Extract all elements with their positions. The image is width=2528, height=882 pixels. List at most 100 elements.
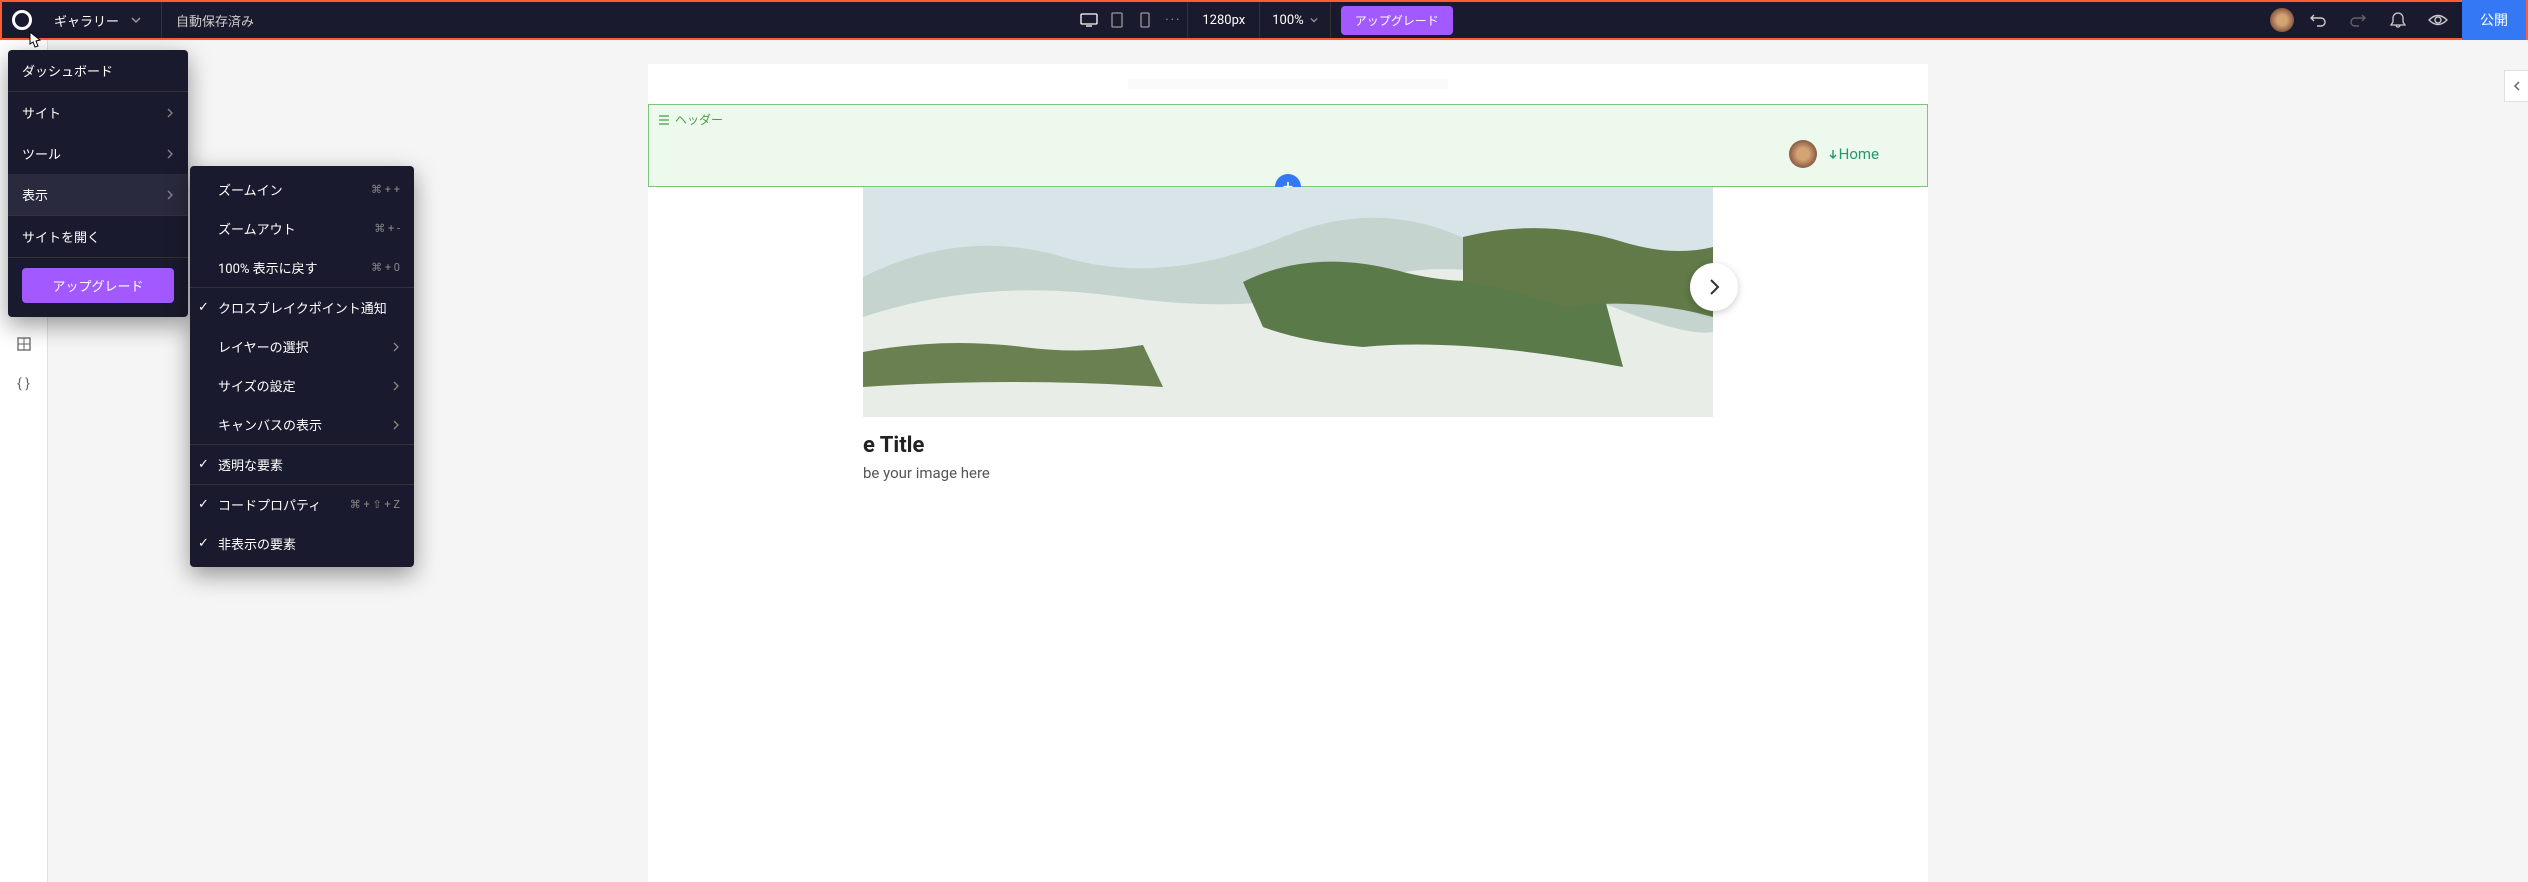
tablet-icon — [1111, 12, 1123, 28]
submenu-zoom-in[interactable]: ズームイン ⌘ + + — [190, 170, 414, 209]
right-panel-toggle[interactable] — [2504, 70, 2528, 102]
desktop-icon — [1080, 13, 1098, 27]
project-dropdown[interactable]: ギャラリー — [42, 2, 162, 38]
main-menu: ダッシュボード サイト ツール 表示 サイトを開く アップグレード — [8, 50, 188, 317]
grid-icon — [15, 335, 33, 353]
chevron-down-icon — [131, 15, 141, 25]
upgrade-button[interactable]: アップグレード — [1341, 6, 1453, 35]
hero-title[interactable]: e Title — [863, 433, 1713, 458]
check-icon: ✓ — [198, 536, 209, 551]
zoom-dropdown[interactable]: 100% — [1259, 2, 1330, 38]
mobile-icon — [1140, 12, 1150, 28]
chevron-right-icon — [392, 342, 400, 352]
device-mobile-button[interactable] — [1131, 6, 1159, 34]
device-tablet-button[interactable] — [1103, 6, 1131, 34]
redo-button[interactable] — [2342, 4, 2374, 36]
header-tag-label: ヘッダー — [675, 111, 723, 128]
carousel-next-button[interactable] — [1690, 263, 1738, 311]
chevron-right-icon — [166, 108, 174, 118]
menu-item-open-site[interactable]: サイトを開く — [8, 216, 188, 257]
more-devices-button[interactable]: ··· — [1159, 6, 1187, 34]
submenu-zoom-reset[interactable]: 100% 表示に戻す ⌘ + 0 — [190, 248, 414, 287]
bell-icon — [2390, 11, 2406, 29]
braces-icon: { } — [17, 376, 30, 392]
check-icon: ✓ — [198, 457, 209, 472]
menu-item-label: ツール — [22, 144, 61, 163]
cursor-pointer-icon — [24, 30, 44, 54]
nav-home-link[interactable]: Home — [1827, 145, 1879, 163]
menu-item-label: 表示 — [22, 185, 48, 204]
submenu-shortcut: ⌘ + ⇧ + Z — [350, 498, 400, 511]
placeholder-bar — [1128, 79, 1448, 89]
header-section-tag: ヘッダー — [657, 109, 1919, 130]
hero-description[interactable]: be your image here — [863, 464, 1713, 482]
menu-item-label: ダッシュボード — [22, 61, 113, 80]
zoom-value: 100% — [1272, 13, 1303, 28]
ellipsis-icon: ··· — [1165, 13, 1181, 28]
canvas[interactable]: ヘッダー Home + — [648, 64, 1928, 882]
submenu-label: キャンバスの表示 — [218, 415, 322, 434]
chevron-right-icon — [1707, 277, 1721, 297]
arrow-down-icon — [1827, 148, 1839, 160]
submenu-size-settings[interactable]: サイズの設定 — [190, 366, 414, 405]
top-bar: ギャラリー 自動保存済み ··· 1280px 100% アップグレード 公開 — [0, 0, 2528, 40]
code-button[interactable]: { } — [6, 366, 42, 402]
menu-item-site[interactable]: サイト — [8, 92, 188, 133]
submenu-shortcut: ⌘ + - — [374, 222, 400, 235]
submenu-label: ズームイン — [218, 180, 283, 199]
submenu-label: 非表示の要素 — [218, 534, 296, 553]
header-section[interactable]: ヘッダー Home + — [648, 104, 1928, 187]
chevron-left-icon — [2512, 80, 2522, 92]
submenu-breakpoint-notify[interactable]: ✓ クロスブレイクポイント通知 — [190, 288, 414, 327]
submenu-canvas-display[interactable]: キャンバスの表示 — [190, 405, 414, 444]
submenu-shortcut: ⌘ + + — [371, 183, 400, 196]
submenu-label: ズームアウト — [218, 219, 296, 238]
section-icon — [657, 114, 671, 126]
preview-button[interactable] — [2422, 4, 2454, 36]
view-submenu: ズームイン ⌘ + + ズームアウト ⌘ + - 100% 表示に戻す ⌘ + … — [190, 166, 414, 567]
data-button[interactable] — [6, 326, 42, 362]
submenu-label: レイヤーの選択 — [218, 337, 309, 356]
redo-icon — [2349, 11, 2367, 29]
chevron-right-icon — [392, 420, 400, 430]
check-icon: ✓ — [198, 300, 209, 315]
check-icon: ✓ — [198, 497, 209, 512]
menu-item-view[interactable]: 表示 — [8, 174, 188, 215]
menu-item-tools[interactable]: ツール — [8, 133, 188, 174]
submenu-layer-select[interactable]: レイヤーの選択 — [190, 327, 414, 366]
hero-image[interactable] — [863, 187, 1713, 417]
chevron-right-icon — [166, 190, 174, 200]
submenu-label: クロスブレイクポイント通知 — [218, 298, 387, 317]
topbar-right-group: 公開 — [2270, 0, 2526, 40]
submenu-label: コードプロパティ — [218, 495, 321, 514]
submenu-label: サイズの設定 — [218, 376, 296, 395]
eye-icon — [2428, 13, 2448, 27]
menu-item-label: サイトを開く — [22, 227, 100, 246]
menu-separator — [8, 257, 188, 258]
submenu-hidden-elements[interactable]: ✓ 非表示の要素 — [190, 524, 414, 563]
publish-button[interactable]: 公開 — [2462, 0, 2526, 40]
menu-item-dashboard[interactable]: ダッシュボード — [8, 50, 188, 91]
chevron-right-icon — [392, 381, 400, 391]
submenu-transparent-elements[interactable]: ✓ 透明な要素 — [190, 445, 414, 484]
submenu-label: 100% 表示に戻す — [218, 258, 318, 277]
undo-icon — [2309, 11, 2327, 29]
hero-text-block: e Title be your image here — [863, 417, 1713, 482]
submenu-shortcut: ⌘ + 0 — [371, 261, 400, 274]
chevron-down-icon — [1310, 16, 1318, 24]
chevron-right-icon — [166, 149, 174, 159]
undo-button[interactable] — [2302, 4, 2334, 36]
save-status: 自動保存済み — [162, 11, 268, 30]
user-avatar[interactable] — [2270, 8, 2294, 32]
submenu-code-properties[interactable]: ✓ コードプロパティ ⌘ + ⇧ + Z — [190, 485, 414, 524]
canvas-width-label: 1280px — [1187, 2, 1259, 38]
submenu-label: 透明な要素 — [218, 455, 283, 474]
nav-home-label: Home — [1839, 145, 1879, 163]
canvas-area: ヘッダー Home + — [48, 40, 2528, 882]
mountain-landscape-image — [863, 187, 1713, 417]
nav-avatar[interactable] — [1789, 140, 1817, 168]
notifications-button[interactable] — [2382, 4, 2414, 36]
menu-upgrade-button[interactable]: アップグレード — [22, 268, 174, 303]
submenu-zoom-out[interactable]: ズームアウト ⌘ + - — [190, 209, 414, 248]
device-desktop-button[interactable] — [1075, 6, 1103, 34]
